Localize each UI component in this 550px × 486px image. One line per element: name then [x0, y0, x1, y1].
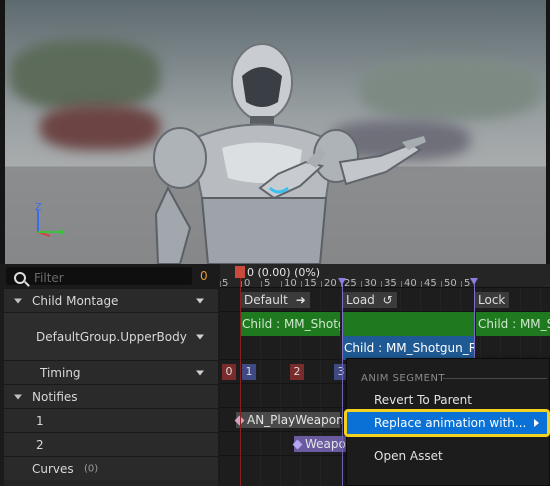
segment-child-a[interactable]: Child : MM_Shotgu [240, 312, 340, 336]
filter-count: 0 [200, 269, 208, 283]
segment-child-c[interactable]: Child : MM_S [476, 312, 550, 336]
viewport-3d[interactable]: Z [0, 0, 550, 264]
tick-mark [220, 281, 221, 287]
slot-group-label: DefaultGroup.UpperBody [36, 329, 187, 344]
track-label: Child Montage [32, 293, 119, 308]
track-label: Notifies [32, 389, 78, 404]
divider [443, 378, 547, 379]
playhead-line[interactable] [240, 272, 241, 486]
tick-mark [241, 281, 242, 287]
timing-marker[interactable]: 0 [222, 364, 236, 380]
background-car [40, 105, 160, 150]
track-notifies[interactable]: Notifies [4, 384, 218, 408]
tick-mark [421, 281, 422, 287]
track-label: Timing [40, 365, 81, 380]
svg-text:Z: Z [35, 202, 42, 213]
section-label: Load [346, 293, 375, 307]
timing-marker[interactable]: 1 [242, 364, 256, 380]
menu-item-label: Revert To Parent [374, 393, 472, 407]
menu-item-label: Replace animation with... [374, 416, 527, 430]
loop-icon[interactable]: ↺ [383, 293, 393, 307]
filter-row: Filter 0 [4, 264, 218, 288]
track-child-montage[interactable]: Child Montage [4, 288, 218, 312]
chevron-down-icon[interactable] [196, 298, 204, 303]
section-lock[interactable]: Lock [474, 292, 510, 308]
playhead-handle[interactable] [235, 266, 245, 278]
track-curves[interactable]: Curves (0) [4, 456, 218, 480]
open-asset-item[interactable]: Open Asset [347, 445, 549, 467]
axis-gizmo: Z [35, 202, 65, 237]
notify-weapon[interactable]: Weapo [292, 436, 354, 452]
notify-label: Weapo [305, 437, 346, 451]
track-list: Filter 0 Child Montage DefaultGroup.Uppe… [4, 264, 218, 486]
section-label: Lock [478, 293, 506, 307]
tick-mark [321, 281, 322, 287]
character-model [153, 43, 426, 264]
tick-mark [261, 281, 262, 287]
notify-track-2[interactable]: 2 [4, 432, 218, 456]
tick-mark [281, 281, 282, 287]
tick-mark [461, 281, 462, 287]
tick-mark [381, 281, 382, 287]
segment-green-fill[interactable] [342, 312, 474, 336]
revert-to-parent-item[interactable]: Revert To Parent [347, 389, 549, 411]
tick-mark [441, 281, 442, 287]
curves-count: (0) [84, 463, 99, 474]
tick-mark [301, 281, 302, 287]
track-timing[interactable]: Timing [4, 360, 218, 384]
section-default[interactable]: Default ➜ [240, 292, 310, 308]
menu-item-label: Open Asset [374, 449, 443, 463]
time-ruler[interactable]: 0 (0.00) (0%) 5 0 5 10 15 20 25 30 35 40 45 50 5 [220, 264, 550, 289]
track-slot-group[interactable]: DefaultGroup.UpperBody [4, 312, 218, 360]
menu-section-header: ANIM SEGMENT [361, 373, 446, 384]
collapse-arrow-icon[interactable] [14, 298, 22, 303]
track-label: 1 [36, 413, 44, 428]
background-foliage [10, 40, 160, 110]
timing-marker[interactable]: 2 [290, 364, 304, 380]
chevron-down-icon[interactable] [196, 334, 204, 339]
replace-animation-item[interactable]: Replace animation with... [344, 409, 550, 437]
tick-mark [401, 281, 402, 287]
submenu-arrow-icon [534, 419, 539, 427]
tick-mark [361, 281, 362, 287]
notify-play-weapon[interactable]: AN_PlayWeapon [234, 412, 344, 428]
chevron-down-icon[interactable] [196, 370, 204, 375]
section-line [342, 284, 343, 486]
notify-track-1[interactable]: 1 [4, 408, 218, 432]
search-icon [14, 272, 26, 284]
section-load[interactable]: Load ↺ [342, 292, 397, 308]
filter-placeholder: Filter [34, 271, 64, 285]
track-label: Curves [32, 461, 74, 476]
notify-label: AN_PlayWeapon [247, 413, 344, 427]
section-label: Default [244, 293, 288, 307]
track-label: 2 [36, 437, 44, 452]
arrow-right-icon[interactable]: ➜ [296, 293, 306, 307]
segment-child-b[interactable]: Child : MM_Shotgun_Re [342, 336, 474, 360]
diamond-icon [292, 439, 303, 450]
context-menu: ANIM SEGMENT Revert To Parent Replace an… [344, 358, 550, 486]
collapse-arrow-icon[interactable] [14, 394, 22, 399]
filter-input[interactable]: Filter [6, 267, 192, 285]
